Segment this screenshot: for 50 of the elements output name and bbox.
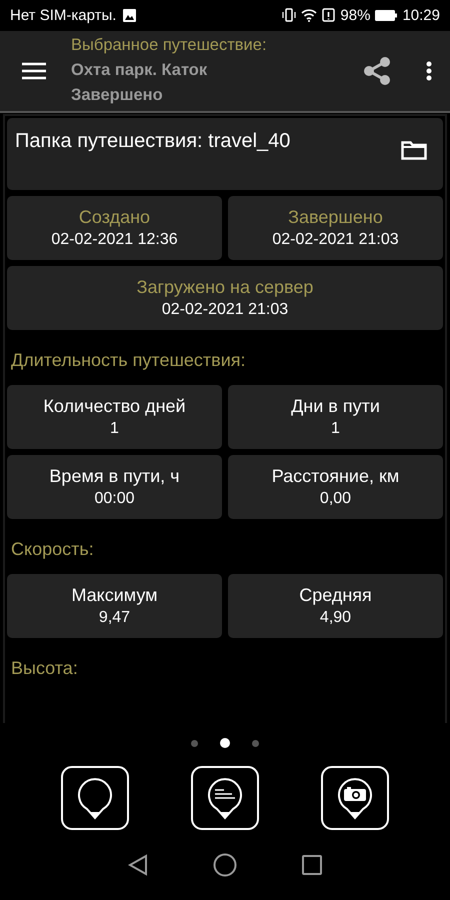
page-dot[interactable] [191,740,198,747]
photo-button[interactable] [321,766,389,830]
folder-card[interactable]: Папка путешествия: travel_40 [7,118,443,190]
date-label: Создано [78,206,150,228]
folder-label: Папка путешествия: travel_40 [15,130,290,153]
back-icon[interactable] [128,854,148,876]
recents-icon[interactable] [302,855,322,876]
home-icon[interactable] [212,853,237,878]
section-heading: Скорость: [10,538,95,561]
wifi-icon [301,8,318,22]
share-icon[interactable] [362,56,392,86]
battery-icon [375,10,398,21]
trip-title: Охта парк. Каток [71,60,208,82]
date-value: 02-02-2021 12:36 [51,230,178,249]
trip-status: Завершено [71,85,164,106]
image-icon [123,8,136,22]
stat-value: 00:00 [94,490,135,508]
stat-label: Максимум [71,584,158,606]
stat-label: Расстояние, км [272,466,400,487]
stat-value: 1 [110,420,119,438]
date-label: Загружено на сервер [136,276,314,298]
section-heading: Высота: [10,656,79,680]
location-button[interactable] [61,766,129,830]
date-value: 02-02-2021 21:03 [162,300,288,319]
note-pin-icon [207,776,243,820]
section-heading: Длительность путешествия: [10,348,247,372]
stat-label: Время в пути, ч [49,466,180,487]
folder-icon[interactable] [401,140,427,160]
carrier-text: Нет SIM-карты. [10,6,116,24]
page-dot[interactable] [220,738,230,748]
stat-value: 0,00 [320,490,352,508]
vibrate-icon [282,8,296,22]
camera-pin-icon [337,776,373,820]
battery-percent: 98% [340,6,370,24]
alert-icon [322,8,336,22]
menu-icon[interactable] [22,62,46,80]
stat-value: 9,47 [98,608,130,627]
page-dot[interactable] [252,740,259,747]
note-button[interactable] [191,766,259,830]
clock-text: 10:29 [402,6,440,24]
stat-value: 1 [331,420,340,438]
date-value: 02-02-2021 21:03 [272,230,399,249]
more-icon[interactable] [426,60,432,81]
map-pin-icon [77,776,113,820]
stat-label: Количество дней [43,396,186,417]
date-label: Завершено [288,206,383,228]
stat-label: Средняя [299,584,372,606]
stat-label: Дни в пути [291,396,380,417]
toolbar-caption: Выбранное путешествие: [71,35,268,56]
stat-value: 4,90 [320,608,352,627]
